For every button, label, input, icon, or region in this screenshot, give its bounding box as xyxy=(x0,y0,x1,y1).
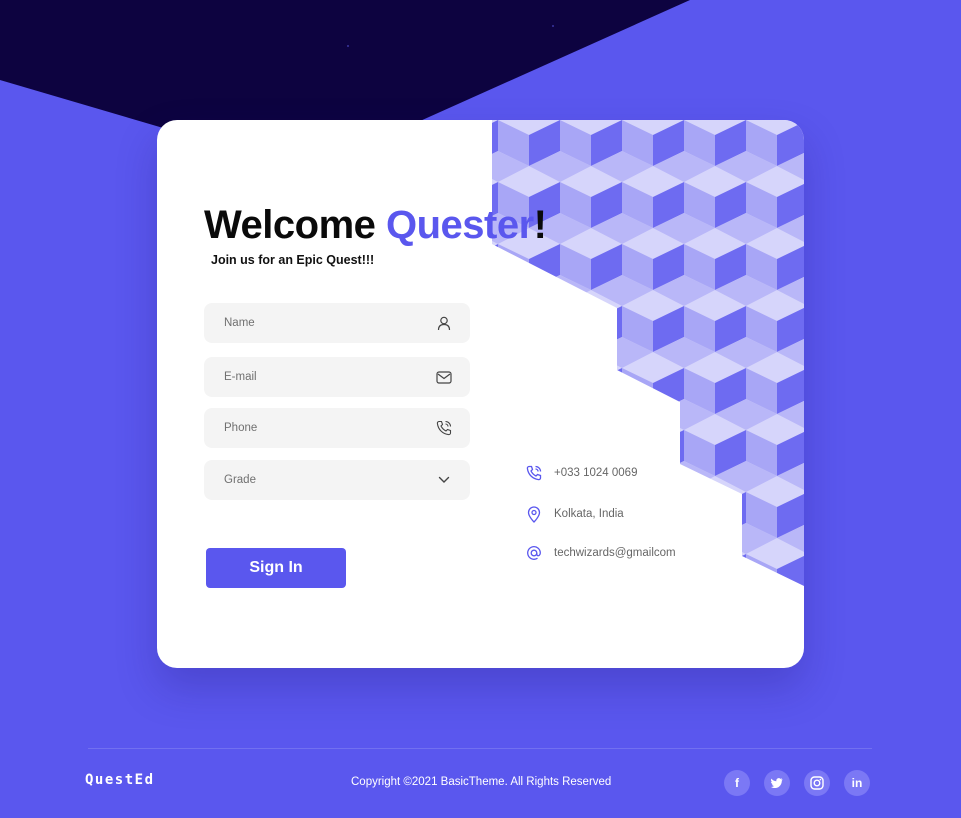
background-star xyxy=(347,45,349,47)
mail-icon xyxy=(436,369,452,385)
welcome-prefix: Welcome xyxy=(204,203,386,247)
linkedin-icon: in xyxy=(851,776,863,790)
user-icon xyxy=(436,315,452,331)
contact-email: techwizards@gmailcom xyxy=(524,543,676,563)
sign-in-button[interactable]: Sign In xyxy=(206,548,346,588)
grade-placeholder: Grade xyxy=(224,474,256,486)
instagram-button[interactable] xyxy=(804,770,830,796)
name-placeholder: Name xyxy=(224,317,255,329)
contact-location-text: Kolkata, India xyxy=(554,508,624,520)
contact-email-text: techwizards@gmailcom xyxy=(554,547,676,559)
subtitle: Join us for an Epic Quest!!! xyxy=(211,253,375,267)
email-field[interactable]: E-mail xyxy=(204,357,470,397)
chevron-down-icon xyxy=(436,472,452,488)
grade-select[interactable]: Grade xyxy=(204,460,470,500)
facebook-button[interactable]: f xyxy=(724,770,750,796)
phone-placeholder: Phone xyxy=(224,422,258,434)
at-sign-icon xyxy=(524,543,544,563)
brand-logo[interactable]: QuestEd xyxy=(85,772,155,788)
phone-field[interactable]: Phone xyxy=(204,408,470,448)
copyright-text: Copyright ©2021 BasicTheme. All Rights R… xyxy=(351,776,612,788)
facebook-icon: f xyxy=(735,776,739,790)
welcome-name: Quester xyxy=(386,203,534,247)
phone-icon xyxy=(436,420,452,436)
phone-icon xyxy=(524,463,544,483)
email-placeholder: E-mail xyxy=(224,371,257,383)
location-pin-icon xyxy=(524,504,544,524)
contact-phone-text: +033 1024 0069 xyxy=(554,467,638,479)
linkedin-button[interactable]: in xyxy=(844,770,870,796)
background-star xyxy=(552,25,554,27)
twitter-icon xyxy=(771,778,783,788)
contact-location: Kolkata, India xyxy=(524,504,624,524)
instagram-icon xyxy=(810,776,824,790)
footer-divider xyxy=(88,748,872,749)
name-field[interactable]: Name xyxy=(204,303,470,343)
twitter-button[interactable] xyxy=(764,770,790,796)
welcome-suffix: ! xyxy=(533,203,547,247)
contact-phone: +033 1024 0069 xyxy=(524,463,637,483)
welcome-title: Welcome Quester! xyxy=(204,203,547,248)
signup-card: Welcome Quester! Join us for an Epic Que… xyxy=(157,120,804,668)
